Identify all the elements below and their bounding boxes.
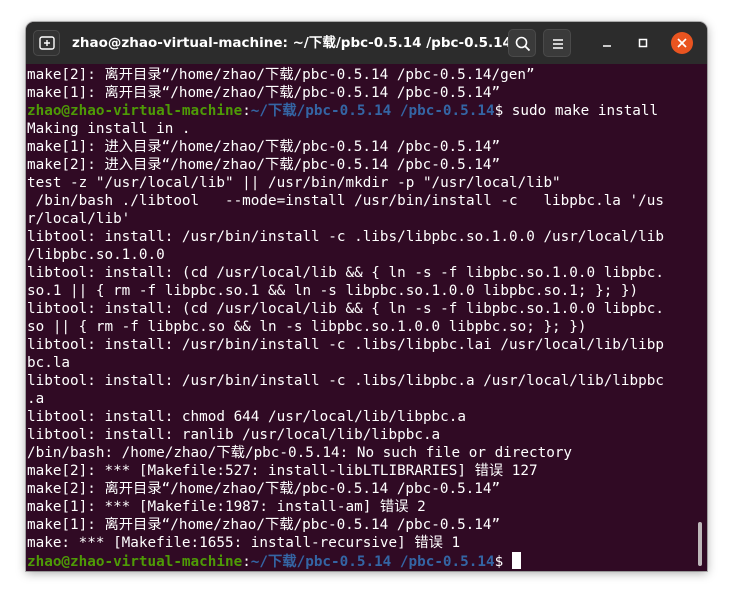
menu-button[interactable]: [543, 29, 571, 57]
terminal-line: make[1]: *** [Makefile:1987: install-am]…: [27, 499, 426, 515]
close-button[interactable]: [671, 32, 693, 54]
terminal-line: libtool: install: /usr/bin/install -c .l…: [27, 229, 664, 245]
prompt-user: zhao@zhao-virtual-machine: [27, 554, 243, 570]
new-tab-icon: [39, 36, 55, 50]
maximize-button[interactable]: [633, 33, 653, 53]
terminal-line: make[1]: 进入目录“/home/zhao/下载/pbc-0.5.14 /…: [27, 139, 501, 155]
prompt-line: zhao@zhao-virtual-machine:~/下载/pbc-0.5.1…: [27, 102, 697, 120]
prompt-line: zhao@zhao-virtual-machine:~/下载/pbc-0.5.1…: [27, 552, 697, 570]
prompt-path: ~/下载/pbc-0.5.14 /pbc-0.5.14: [250, 554, 495, 570]
terminal-line: /bin/bash: /home/zhao/下载/pbc-0.5.14: No …: [27, 445, 573, 461]
terminal-line: bc.la: [27, 355, 71, 371]
terminal-line: r/local/lib': [27, 211, 131, 227]
maximize-icon: [638, 38, 648, 48]
window-title: zhao@zhao-virtual-machine: ~/下载/pbc-0.5.…: [72, 35, 512, 51]
terminal-line: make[1]: 离开目录“/home/zhao/下载/pbc-0.5.14 /…: [27, 85, 501, 101]
prompt-user: zhao@zhao-virtual-machine: [27, 103, 243, 119]
terminal-line: /bin/bash ./libtool --mode=install /usr/…: [27, 193, 664, 209]
terminal-line: make[1]: 离开目录“/home/zhao/下载/pbc-0.5.14 /…: [27, 517, 501, 533]
minimize-icon: [603, 45, 611, 47]
terminal-line: libtool: install: (cd /usr/local/lib && …: [27, 301, 664, 317]
terminal-line: /libpbc.so.1.0.0: [27, 247, 165, 263]
prompt-colon: :: [242, 103, 251, 119]
new-tab-button[interactable]: [33, 30, 60, 56]
terminal-line: test -z "/usr/local/lib" || /usr/bin/mkd…: [27, 175, 561, 191]
terminal-line: libtool: install: ranlib /usr/local/lib/…: [27, 427, 441, 443]
terminal-line: make[2]: 离开目录“/home/zhao/下载/pbc-0.5.14 /…: [27, 67, 535, 83]
terminal-line: make[2]: 离开目录“/home/zhao/下载/pbc-0.5.14 /…: [27, 481, 501, 497]
terminal-window: zhao@zhao-virtual-machine: ~/下载/pbc-0.5.…: [26, 22, 707, 571]
prompt-dollar: $: [494, 103, 504, 119]
terminal-line: libtool: install: /usr/bin/install -c .l…: [27, 373, 664, 389]
terminal-line: .a: [27, 391, 45, 407]
hamburger-menu-icon: [553, 39, 563, 49]
terminal-line: make[2]: *** [Makefile:527: install-libL…: [27, 463, 538, 479]
command-text: sudo make install: [503, 103, 659, 119]
terminal-line: make[2]: 进入目录“/home/zhao/下载/pbc-0.5.14 /…: [27, 157, 501, 173]
scrollbar-thumb[interactable]: [698, 522, 702, 566]
command-input[interactable]: [503, 554, 512, 570]
search-icon: [515, 36, 531, 52]
text-cursor: [511, 552, 521, 569]
terminal-output[interactable]: make[2]: 离开目录“/home/zhao/下载/pbc-0.5.14 /…: [26, 64, 707, 571]
close-icon: [677, 38, 687, 48]
title-bar: zhao@zhao-virtual-machine: ~/下载/pbc-0.5.…: [26, 22, 707, 64]
terminal-line: so.1 || { rm -f libpbc.so.1 && ln -s lib…: [27, 283, 639, 299]
terminal-line: libtool: install: (cd /usr/local/lib && …: [27, 265, 664, 281]
terminal-line: so || { rm -f libpbc.so && ln -s libpbc.…: [27, 319, 587, 335]
prompt-path: ~/下载/pbc-0.5.14 /pbc-0.5.14: [250, 103, 495, 119]
minimize-button[interactable]: [597, 33, 617, 53]
prompt-colon: :: [242, 554, 251, 570]
terminal-line: Making install in .: [27, 121, 191, 137]
terminal-line: libtool: install: chmod 644 /usr/local/l…: [27, 409, 466, 425]
terminal-line: libtool: install: /usr/bin/install -c .l…: [27, 337, 664, 353]
prompt-dollar: $: [494, 554, 504, 570]
search-button[interactable]: [508, 29, 536, 57]
terminal-line: make: *** [Makefile:1655: install-recurs…: [27, 535, 461, 551]
